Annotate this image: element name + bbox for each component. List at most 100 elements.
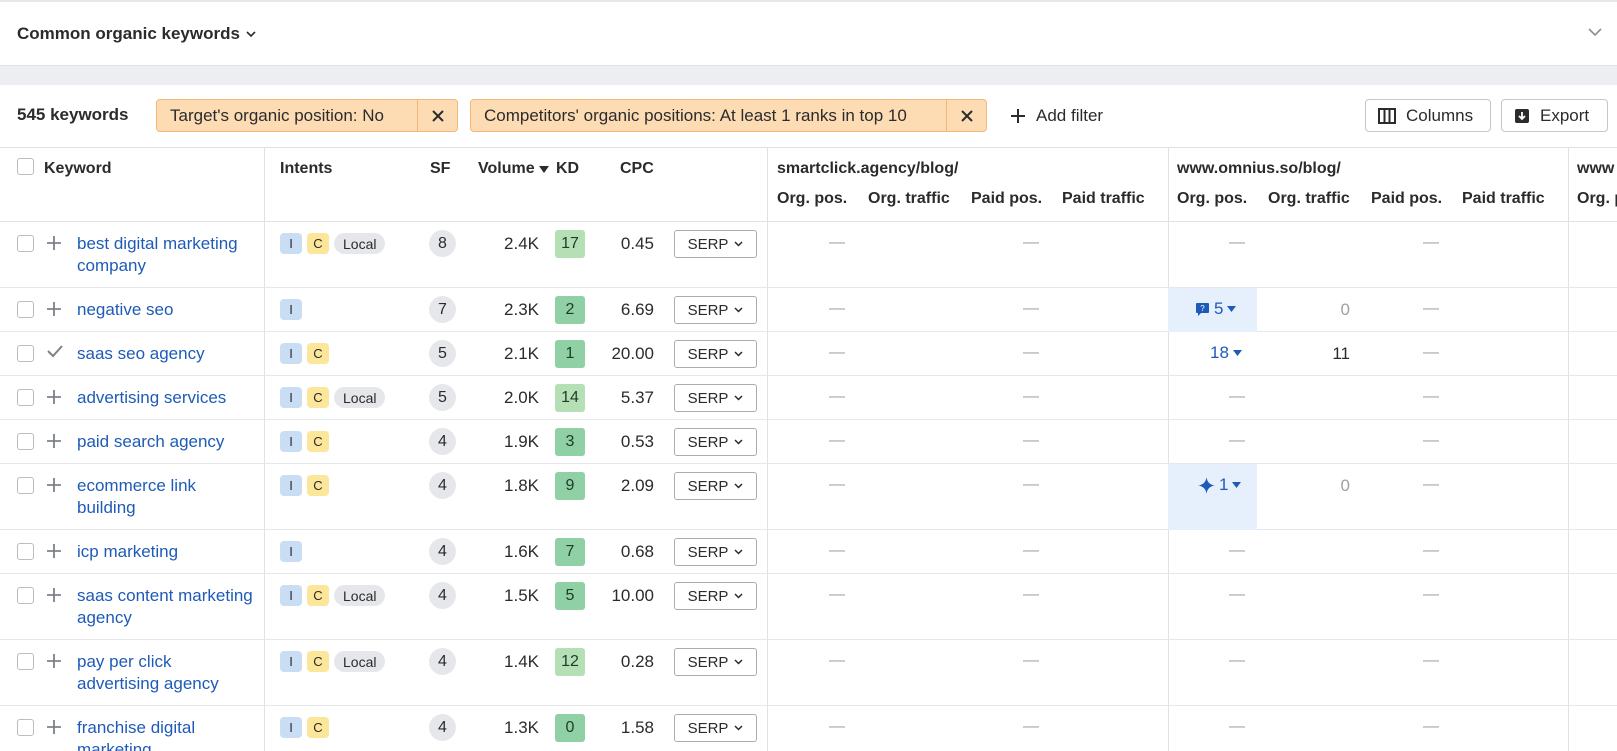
- kd-badge: 5: [555, 582, 585, 610]
- close-icon[interactable]: [946, 100, 986, 131]
- col-cpc[interactable]: CPC: [620, 160, 654, 178]
- collapse-chevron-icon[interactable]: [1587, 24, 1603, 40]
- kd-badge: 14: [555, 384, 585, 412]
- row-checkbox[interactable]: [17, 433, 34, 450]
- filter-chip-target-position[interactable]: Target's organic position: No: [156, 99, 458, 132]
- keyword-link[interactable]: paid search agency: [77, 431, 257, 453]
- sf-count[interactable]: 4: [429, 538, 456, 565]
- competitor-domain-2[interactable]: www.omnius.so/blog/: [1177, 160, 1341, 178]
- plus-icon[interactable]: [46, 542, 62, 565]
- select-all-checkbox[interactable]: [17, 158, 34, 175]
- sf-count[interactable]: 4: [429, 428, 456, 455]
- plus-icon[interactable]: [46, 586, 62, 609]
- competitor-domain-3[interactable]: www: [1577, 160, 1614, 178]
- col-volume[interactable]: Volume: [478, 160, 549, 178]
- serp-label: SERP: [687, 543, 729, 561]
- col-org-pos[interactable]: Org. pos.: [777, 190, 847, 208]
- serp-button[interactable]: SERP: [674, 472, 757, 500]
- row-checkbox[interactable]: [17, 345, 34, 362]
- add-filter-button[interactable]: Add filter: [1010, 99, 1103, 132]
- sf-count[interactable]: 5: [429, 340, 456, 367]
- col-org-traffic[interactable]: Org. traffic: [868, 190, 950, 208]
- sf-count[interactable]: 5: [429, 384, 456, 411]
- serp-button[interactable]: SERP: [674, 538, 757, 566]
- row-checkbox[interactable]: [17, 719, 34, 736]
- sf-count[interactable]: 4: [429, 582, 456, 609]
- table-row: icp marketing I 4 1.6K 7 0.68 SERP — — — —: [0, 530, 1617, 574]
- close-icon[interactable]: [417, 100, 457, 131]
- col-paid-traffic[interactable]: Paid traffic: [1062, 190, 1145, 208]
- panel-title[interactable]: Common organic keywords: [17, 24, 256, 44]
- plus-icon[interactable]: [46, 718, 62, 741]
- competitor-domain-1[interactable]: smartclick.agency/blog/: [777, 160, 958, 178]
- keyword-link[interactable]: negative seo: [77, 299, 257, 321]
- col-org-traffic[interactable]: Org. traffic: [1268, 190, 1350, 208]
- org-traffic-value: 0: [1340, 476, 1350, 495]
- org-position[interactable]: 1: [1198, 475, 1242, 495]
- serp-button[interactable]: SERP: [674, 648, 757, 676]
- col-org-pos[interactable]: Org. p: [1577, 190, 1617, 208]
- keyword-link[interactable]: saas seo agency: [77, 343, 257, 365]
- org-position[interactable]: 18: [1210, 343, 1242, 363]
- columns-button[interactable]: Columns: [1365, 99, 1491, 132]
- empty-value: —: [1023, 388, 1039, 405]
- sf-count[interactable]: 4: [429, 648, 456, 675]
- keyword-link[interactable]: advertising services: [77, 387, 257, 409]
- table-row: franchise digital marketing I C 4 1.3K 0 1.58 S…: [0, 706, 1617, 751]
- col-paid-pos[interactable]: Paid pos.: [1371, 190, 1442, 208]
- row-checkbox[interactable]: [17, 653, 34, 670]
- plus-icon[interactable]: [46, 476, 62, 499]
- row-checkbox[interactable]: [17, 235, 34, 252]
- plus-icon[interactable]: [46, 432, 62, 455]
- keyword-link[interactable]: ecommerce link building: [77, 475, 257, 519]
- plus-icon[interactable]: [46, 388, 62, 411]
- plus-icon[interactable]: [46, 234, 62, 257]
- row-checkbox[interactable]: [17, 389, 34, 406]
- serp-button[interactable]: SERP: [674, 230, 757, 258]
- chevron-down-icon: [734, 439, 743, 445]
- col-intents[interactable]: Intents: [280, 160, 332, 178]
- keyword-link[interactable]: saas content marketing agency: [77, 585, 257, 629]
- table-header: Keyword Intents SF Volume KD CPC smartcl…: [0, 148, 1617, 222]
- serp-button[interactable]: SERP: [674, 714, 757, 742]
- filter-chip-competitor-positions[interactable]: Competitors' organic positions: At least…: [470, 99, 987, 132]
- empty-value: —: [1023, 234, 1039, 251]
- table-row: paid search agency I C 4 1.9K 3 0.53 SERP — — — —: [0, 420, 1617, 464]
- col-org-pos[interactable]: Org. pos.: [1177, 190, 1247, 208]
- check-icon[interactable]: [46, 341, 64, 364]
- intent-badge: Local: [334, 651, 386, 672]
- sf-count[interactable]: 4: [429, 714, 456, 741]
- sf-count[interactable]: 8: [429, 230, 456, 257]
- col-kd[interactable]: KD: [556, 160, 579, 178]
- sf-count[interactable]: 7: [429, 296, 456, 323]
- sf-count[interactable]: 4: [429, 472, 456, 499]
- serp-button[interactable]: SERP: [674, 428, 757, 456]
- col-keyword[interactable]: Keyword: [44, 160, 112, 178]
- org-position-value: 5: [1214, 299, 1224, 318]
- col-sf[interactable]: SF: [430, 160, 450, 178]
- plus-icon[interactable]: [46, 652, 62, 675]
- row-checkbox[interactable]: [17, 587, 34, 604]
- caret-down-icon: [1232, 482, 1242, 488]
- col-paid-traffic[interactable]: Paid traffic: [1462, 190, 1545, 208]
- keyword-link[interactable]: pay per click advertising agency: [77, 651, 257, 695]
- row-checkbox[interactable]: [17, 477, 34, 494]
- row-checkbox[interactable]: [17, 301, 34, 318]
- keyword-link[interactable]: icp marketing: [77, 541, 257, 563]
- serp-button[interactable]: SERP: [674, 582, 757, 610]
- serp-button[interactable]: SERP: [674, 296, 757, 324]
- add-filter-label: Add filter: [1036, 105, 1104, 125]
- col-paid-pos[interactable]: Paid pos.: [971, 190, 1042, 208]
- plus-icon[interactable]: [46, 300, 62, 323]
- cpc-value: 20.00: [611, 344, 654, 363]
- keyword-link[interactable]: best digital marketing company: [77, 233, 257, 277]
- org-position[interactable]: ? 5: [1195, 299, 1237, 319]
- cpc-value: 0.68: [620, 542, 654, 561]
- keyword-link[interactable]: franchise digital marketing: [77, 717, 257, 751]
- empty-value: —: [1423, 344, 1439, 361]
- serp-button[interactable]: SERP: [674, 340, 757, 368]
- export-button[interactable]: Export: [1501, 99, 1608, 132]
- serp-label: SERP: [687, 653, 729, 671]
- serp-button[interactable]: SERP: [674, 384, 757, 412]
- row-checkbox[interactable]: [17, 543, 34, 560]
